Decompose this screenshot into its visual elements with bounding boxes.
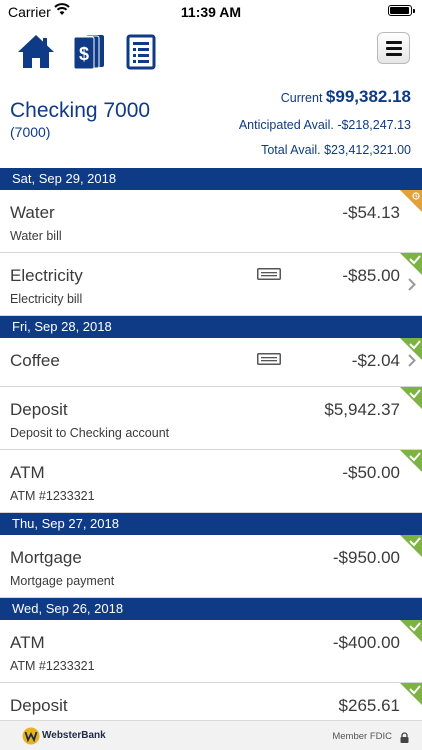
anticipated-balance: Anticipated Avail. -$218,247.13	[239, 114, 411, 139]
transaction-description: Water	[10, 203, 55, 222]
transaction-list: Sat, Sep 29, 2018 Water Water bill -$54.…	[0, 168, 422, 723]
check-icon	[400, 387, 422, 409]
transaction-description: ATM	[10, 633, 45, 652]
current-balance: Current $99,382.18	[239, 86, 411, 114]
memo-icon	[257, 267, 281, 285]
transaction-amount: -$85.00	[342, 266, 400, 285]
account-number: (7000)	[10, 124, 51, 140]
home-icon[interactable]	[16, 32, 56, 72]
date-header: Thu, Sep 27, 2018	[0, 513, 422, 535]
clock-icon	[400, 190, 422, 212]
transaction-memo: ATM #1233321	[10, 659, 95, 673]
balance-summary: Current $99,382.18 Anticipated Avail. -$…	[239, 86, 411, 164]
transaction-amount: -$54.13	[342, 203, 400, 222]
memo-icon	[257, 352, 281, 370]
transaction-row[interactable]: ATM ATM #1233321 -$400.00	[0, 620, 422, 683]
total-balance-label: Total Avail.	[261, 143, 321, 157]
transaction-amount: -$2.04	[351, 351, 400, 370]
lock-icon	[400, 730, 409, 748]
transaction-row[interactable]: Deposit Deposit to Checking account $5,9…	[0, 387, 422, 450]
transaction-description: Coffee	[10, 351, 60, 370]
total-balance-value: $23,412,321.00	[324, 143, 411, 157]
date-header: Fri, Sep 28, 2018	[0, 316, 422, 338]
transaction-memo: Deposit to Checking account	[10, 426, 170, 440]
account-name: Checking 7000	[10, 99, 151, 122]
check-icon	[400, 253, 422, 275]
transaction-amount: $5,942.37	[324, 400, 400, 419]
transaction-amount: -$950.00	[332, 548, 400, 567]
transaction-amount: -$400.00	[332, 633, 400, 652]
transaction-memo: Water bill	[10, 229, 62, 243]
transaction-description: Mortgage	[10, 548, 82, 567]
transaction-description: Deposit	[10, 400, 68, 419]
transaction-row[interactable]: Electricity Electricity bill -$85.00	[0, 253, 422, 316]
transaction-row[interactable]: Water Water bill -$54.13	[0, 190, 422, 253]
transaction-row[interactable]: Deposit $265.61	[0, 683, 422, 723]
statement-icon[interactable]	[122, 32, 162, 72]
deposit-icon[interactable]: $	[70, 32, 110, 72]
date-header: Sat, Sep 29, 2018	[0, 168, 422, 190]
check-icon	[400, 450, 422, 472]
footer: WebsterBank Member FDIC	[0, 720, 422, 750]
transaction-memo: ATM #1233321	[10, 489, 95, 503]
chevron-right-icon[interactable]	[408, 278, 416, 296]
transaction-memo: Electricity bill	[10, 292, 83, 306]
menu-button[interactable]	[377, 32, 410, 64]
total-balance: Total Avail. $23,412,321.00	[239, 139, 411, 164]
footer-brand: WebsterBank	[42, 730, 106, 741]
check-icon	[400, 535, 422, 557]
transaction-description: Deposit	[10, 696, 68, 715]
webster-logo-icon	[22, 727, 40, 750]
status-time: 11:39 AM	[180, 4, 242, 20]
member-fdic-label: Member FDIC	[332, 731, 392, 742]
check-icon	[400, 620, 422, 642]
transaction-row[interactable]: ATM ATM #1233321 -$50.00	[0, 450, 422, 513]
transaction-row[interactable]: Mortgage Mortgage payment -$950.00	[0, 535, 422, 598]
battery-icon	[388, 5, 415, 16]
transaction-description: ATM	[10, 463, 45, 482]
check-icon	[400, 683, 422, 705]
transaction-description: Electricity	[10, 266, 83, 285]
current-balance-label: Current	[280, 91, 323, 105]
anticipated-balance-value: -$218,247.13	[337, 118, 411, 132]
current-balance-value: $99,382.18	[325, 87, 411, 106]
status-bar: Carrier 11:39 AM	[0, 0, 422, 22]
transaction-amount: -$50.00	[342, 463, 400, 482]
transaction-memo: Mortgage payment	[10, 574, 115, 588]
transaction-amount: $265.61	[338, 696, 400, 715]
date-header: Wed, Sep 26, 2018	[0, 598, 422, 620]
svg-text:$: $	[79, 44, 89, 64]
anticipated-balance-label: Anticipated Avail.	[238, 118, 334, 132]
transaction-row[interactable]: Coffee -$2.04	[0, 338, 422, 387]
chevron-right-icon[interactable]	[408, 354, 416, 372]
